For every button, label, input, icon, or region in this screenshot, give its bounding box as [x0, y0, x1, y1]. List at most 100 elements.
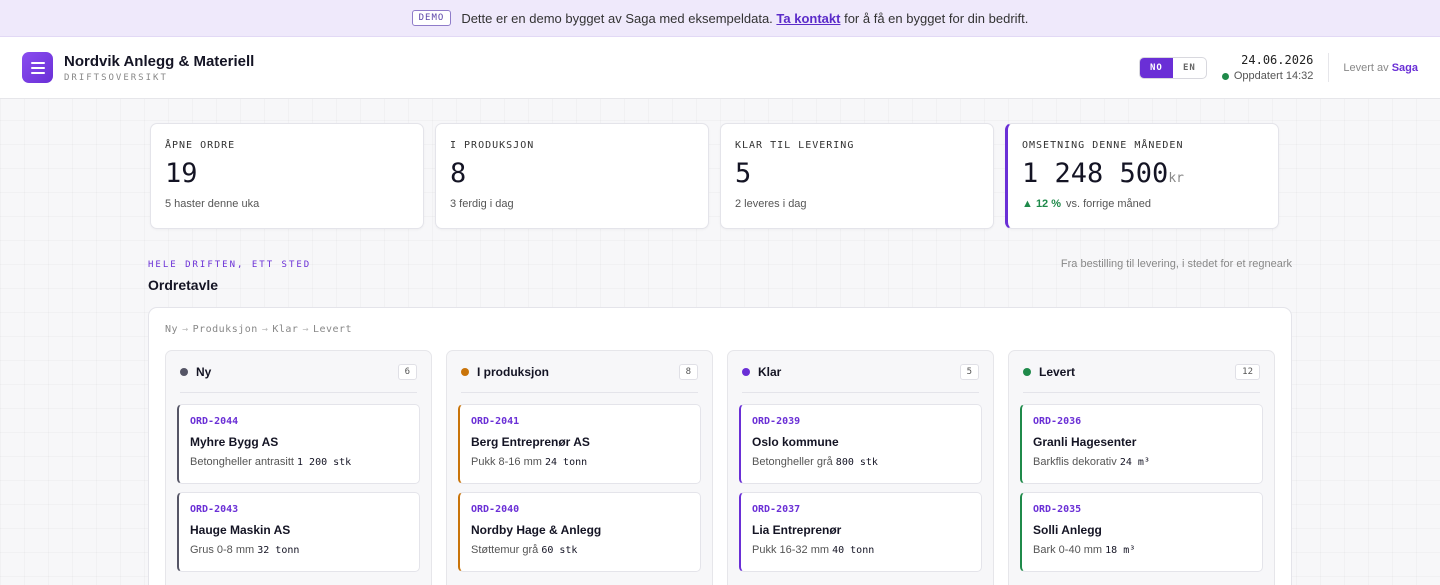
kpi-card-revenue: OMSETNING DENNE MÅNEDEN 1 248 500kr ▲ 12…: [1005, 123, 1279, 229]
order-customer: Berg Entreprenør AS: [471, 435, 590, 449]
menu-lines-icon[interactable]: [22, 52, 53, 83]
order-quantity: 800 stk: [835, 457, 878, 468]
order-customer: Solli Anlegg: [1033, 523, 1102, 537]
column-i-produksjon: I produksjon 8 ORD-2041 Berg Entreprenør…: [446, 350, 713, 585]
order-board: Ny → Produksjon → Klar → Levert Ny 6 ORD-2044 …: [148, 307, 1292, 585]
kpi-subtext-wrap: ▲ 12 % vs. forrige måned: [1022, 198, 1264, 210]
order-quantity: 1 200 stk: [297, 457, 352, 468]
order-product: Grus 0-8 mm: [190, 544, 255, 556]
banner-text: Dette er en demo bygget av Saga med ekse…: [461, 11, 1028, 26]
brand: Nordvik Anlegg & Materiell DRIFTSOVERSIK…: [64, 53, 254, 83]
lang-no-button[interactable]: NO: [1139, 57, 1173, 78]
last-updated: Oppdatert 14:32: [1221, 70, 1313, 82]
kpi-label: OMSETNING DENNE MÅNEDEN: [1022, 140, 1184, 151]
lang-en-button[interactable]: EN: [1173, 58, 1206, 78]
kpi-value-wrap: 1 248 500kr: [1022, 158, 1264, 189]
kpi-subtext: 2 leveres i dag: [735, 198, 807, 210]
order-quantity: 24 tonn: [544, 457, 588, 468]
order-line: Betongheller grå 800 stk: [752, 456, 970, 468]
order-customer: Myhre Bygg AS: [190, 435, 279, 449]
order-line: Betongheller antrasitt 1 200 stk: [190, 456, 408, 468]
status-dot-icon: [1221, 72, 1229, 80]
order-customer: Hauge Maskin AS: [190, 523, 291, 537]
column-ny: Ny 6 ORD-2044 Myhre Bygg AS Betongheller…: [165, 350, 432, 585]
order-line: Pukk 8-16 mm 24 tonn: [471, 456, 689, 468]
status-flow: Ny → Produksjon → Klar → Levert: [165, 324, 1275, 335]
kpi-label: ÅPNE ORDRE: [165, 140, 236, 151]
kpi-card-open-orders: ÅPNE ORDRE 19 5 haster denne uka: [150, 123, 424, 229]
order-quantity: 24 m³: [1119, 457, 1150, 468]
order-id: ORD-2044: [190, 416, 239, 427]
app-subtitle: DRIFTSOVERSIKT: [64, 72, 168, 83]
column-title: I produksjon: [477, 364, 549, 379]
column-title: Klar: [758, 364, 782, 379]
order-card[interactable]: ORD-2037 Lia Entreprenør Pukk 16-32 mm 4…: [739, 492, 982, 572]
order-card[interactable]: ORD-2036 Granli Hagesenter Barkflis deko…: [1020, 404, 1263, 484]
order-id: ORD-2040: [471, 504, 520, 515]
kpi-label: I PRODUKSJON: [450, 140, 535, 151]
kpi-subtext: 5 haster denne uka: [165, 198, 260, 210]
order-card[interactable]: ORD-2043 Hauge Maskin AS Grus 0-8 mm 32 …: [177, 492, 420, 572]
banner-message: Dette er en demo bygget av Saga med ekse…: [461, 10, 773, 26]
column-header: Ny 6: [180, 351, 417, 393]
current-date: 24.06.2026: [1241, 53, 1314, 67]
kpi-value: 5: [735, 158, 752, 189]
order-id: ORD-2035: [1033, 504, 1082, 515]
order-card[interactable]: ORD-2041 Berg Entreprenør AS Pukk 8-16 m…: [458, 404, 701, 484]
column-header: I produksjon 8: [461, 351, 698, 393]
flow-step: Produksjon: [192, 324, 258, 335]
order-id: ORD-2036: [1033, 416, 1082, 427]
order-customer: Nordby Hage & Anlegg: [471, 523, 602, 537]
order-customer: Granli Hagesenter: [1033, 435, 1137, 449]
column-klar: Klar 5 ORD-2039 Oslo kommune Betonghelle…: [727, 350, 994, 585]
order-id: ORD-2037: [752, 504, 801, 515]
kpi-card-ready: KLAR TIL LEVERING 5 2 leveres i dag: [720, 123, 994, 229]
column-header: Levert 12: [1023, 351, 1260, 393]
order-card[interactable]: ORD-2040 Nordby Hage & Anlegg Støttemur …: [458, 492, 701, 572]
order-line: Bark 0-40 mm 18 m³: [1033, 544, 1251, 556]
contact-link[interactable]: Ta kontakt: [776, 11, 840, 26]
order-product: Støttemur grå: [471, 544, 539, 556]
flow-step: Klar: [272, 324, 299, 335]
column-count: 12: [1235, 363, 1260, 380]
order-product: Betongheller antrasitt: [190, 456, 294, 468]
order-card[interactable]: ORD-2035 Solli Anlegg Bark 0-40 mm 18 m³: [1020, 492, 1263, 572]
banner-suffix: for å få en bygget for din bedrift.: [844, 10, 1029, 26]
demo-badge: DEMO: [411, 10, 452, 26]
order-product: Pukk 16-32 mm: [752, 544, 830, 556]
column-levert: Levert 12 ORD-2036 Granli Hagesenter Bar…: [1008, 350, 1275, 585]
language-toggle: NO EN: [1138, 56, 1207, 79]
order-product: Pukk 8-16 mm: [471, 456, 542, 468]
column-count: 6: [397, 363, 417, 380]
status-dot-icon: [1023, 367, 1031, 376]
kpi-value: 8: [450, 158, 467, 189]
delivered-by: Levert av Saga: [1343, 62, 1418, 74]
demo-banner: DEMO Dette er en demo bygget av Saga med…: [0, 0, 1440, 37]
board-columns: Ny 6 ORD-2044 Myhre Bygg AS Betongheller…: [165, 350, 1275, 585]
kpi-subtext: vs. forrige måned: [1066, 198, 1151, 210]
order-line: Støttemur grå 60 stk: [471, 544, 689, 556]
trend-up-indicator: ▲ 12 %: [1022, 198, 1062, 210]
column-count: 5: [959, 363, 979, 380]
kpi-subtext: 3 ferdig i dag: [450, 198, 514, 210]
order-line: Pukk 16-32 mm 40 tonn: [752, 544, 970, 556]
order-product: Barkflis dekorativ: [1033, 456, 1117, 468]
kpi-value: 19: [165, 158, 198, 189]
order-quantity: 40 tonn: [832, 545, 875, 556]
app-header: Nordvik Anlegg & Materiell DRIFTSOVERSIK…: [0, 37, 1440, 99]
order-card[interactable]: ORD-2039 Oslo kommune Betongheller grå 8…: [739, 404, 982, 484]
company-name: Nordvik Anlegg & Materiell: [64, 52, 255, 70]
order-quantity: 60 stk: [541, 545, 578, 556]
flow-step: Ny: [165, 324, 179, 335]
arrow-right-icon: →: [261, 324, 269, 335]
status-dot-icon: [461, 367, 469, 376]
order-line: Barkflis dekorativ 24 m³: [1033, 456, 1251, 468]
column-header: Klar 5: [742, 351, 979, 393]
section-title: Ordretavle: [148, 277, 219, 293]
status-dot-icon: [180, 367, 188, 376]
order-line: Grus 0-8 mm 32 tonn: [190, 544, 408, 556]
order-card[interactable]: ORD-2044 Myhre Bygg AS Betongheller antr…: [177, 404, 420, 484]
order-customer: Lia Entreprenør: [752, 523, 842, 537]
delivered-label: Levert av: [1343, 61, 1389, 74]
saga-link[interactable]: Saga: [1392, 62, 1418, 74]
